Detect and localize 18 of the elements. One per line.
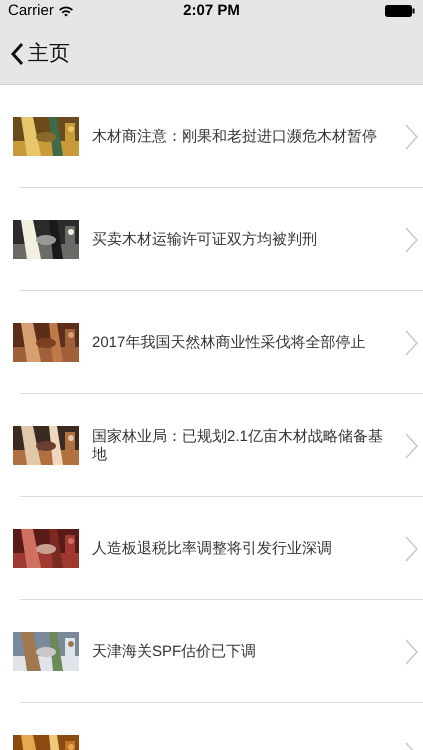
chevron-icon: [405, 432, 419, 458]
back-button[interactable]: 主页: [10, 38, 70, 70]
clock-time: 2:07 PM: [183, 0, 240, 21]
article-title[interactable]: 2017年我国天然林商业性采伐将全部停止: [92, 334, 394, 352]
article-title[interactable]: 天津海关SPF估价已下调: [92, 642, 394, 660]
chevron-icon: [405, 226, 419, 252]
battery-icon: [384, 5, 415, 17]
chevron-icon: [405, 124, 419, 150]
article-title[interactable]: 人造板退税比率调整将引发行业深调: [92, 540, 394, 558]
wifi-icon: [58, 5, 74, 17]
chevron-icon: [405, 536, 419, 562]
article-title[interactable]: 国家林业局：已规划2.1亿亩木材战略储备基地: [92, 428, 394, 463]
carrier-label: Carrier: [8, 0, 54, 21]
article-title[interactable]: 买卖木材运输许可证双方均被判刑: [92, 230, 394, 248]
chevron-icon: [405, 638, 419, 664]
article-title[interactable]: 木材商注意：刚果和老挝进口濒危木材暂停: [92, 128, 394, 146]
chevron-icon: [405, 330, 419, 356]
back-icon: [10, 42, 24, 66]
